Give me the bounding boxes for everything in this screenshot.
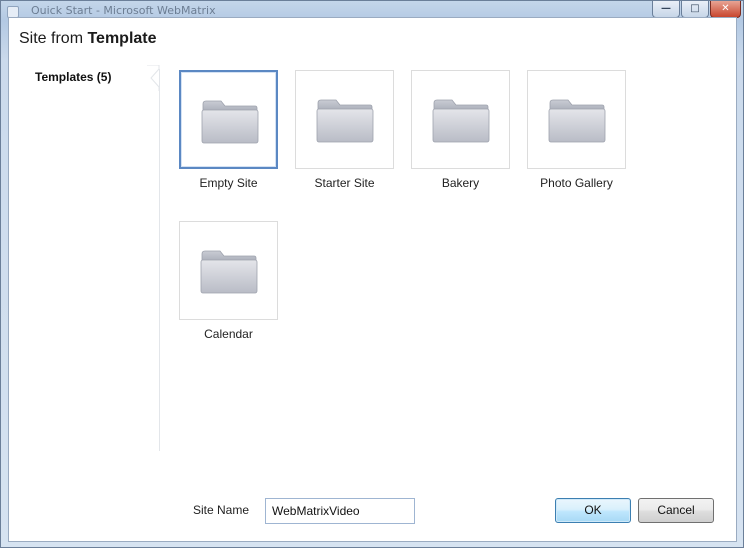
dialog-title-prefix: Site from (19, 30, 88, 47)
template-tile-bakery[interactable]: Bakery (411, 70, 510, 200)
template-tile-frame (527, 70, 626, 169)
selection-notch (147, 65, 160, 91)
folder-icon (316, 99, 374, 143)
site-from-template-dialog: Site from Template Templates (5) Empty S… (8, 17, 737, 542)
dialog-title-bold: Template (87, 30, 157, 47)
template-label: Calendar (204, 327, 253, 341)
nav-item-templates[interactable]: Templates (5) (35, 70, 111, 84)
folder-icon (200, 250, 258, 294)
maximize-icon: □ (690, 3, 700, 14)
close-icon: ✕ (721, 3, 730, 14)
close-button[interactable]: ✕ (710, 1, 741, 18)
cancel-button[interactable]: Cancel (638, 498, 714, 523)
minimize-icon: — (661, 3, 671, 14)
maximize-button[interactable]: □ (681, 1, 709, 18)
template-tile-frame (179, 70, 278, 169)
app-window: Quick Start - Microsoft WebMatrix — □ ✕ … (0, 0, 744, 548)
site-name-input[interactable] (265, 498, 415, 524)
folder-icon (201, 100, 259, 144)
ok-button[interactable]: OK (555, 498, 631, 523)
template-tile-calendar[interactable]: Calendar (179, 221, 278, 351)
folder-icon (548, 99, 606, 143)
dialog-title: Site from Template (19, 30, 157, 48)
template-label: Photo Gallery (540, 176, 613, 190)
minimize-button[interactable]: — (652, 1, 680, 18)
template-tile-starter-site[interactable]: Starter Site (295, 70, 394, 200)
folder-icon (432, 99, 490, 143)
site-name-label: Site Name (193, 503, 250, 517)
template-tile-frame (411, 70, 510, 169)
template-tile-frame (295, 70, 394, 169)
nav-divider (159, 69, 160, 451)
template-tile-empty-site[interactable]: Empty Site (179, 70, 278, 200)
template-tile-photo-gallery[interactable]: Photo Gallery (527, 70, 626, 200)
template-tile-frame (179, 221, 278, 320)
template-categories-nav: Templates (5) (9, 68, 160, 478)
window-title: Quick Start - Microsoft WebMatrix (31, 4, 216, 14)
